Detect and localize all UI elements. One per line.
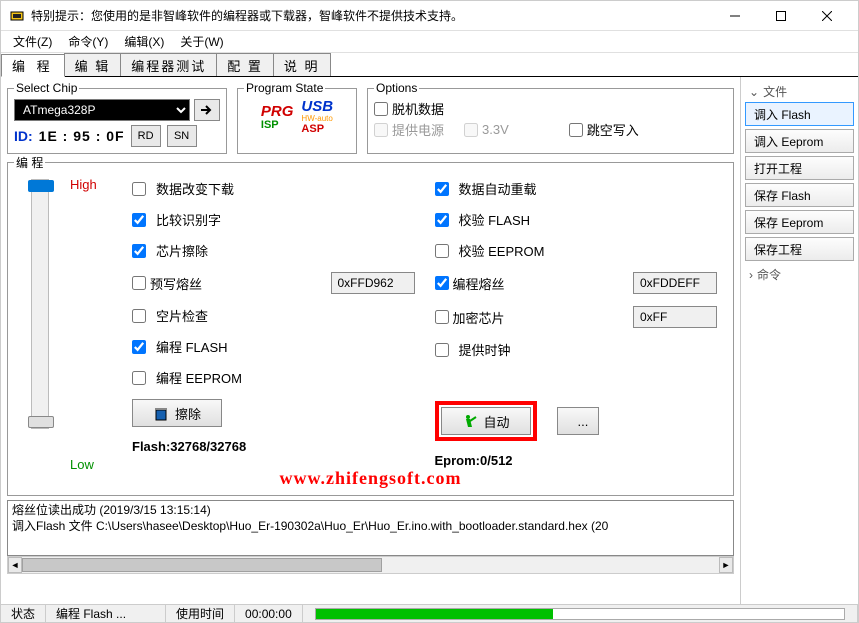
- status-time-label: 使用时间: [166, 605, 235, 622]
- cb-blank-check[interactable]: 空片检查: [132, 306, 415, 325]
- tab-programmer-test[interactable]: 编程器测试: [120, 53, 217, 76]
- prg-isp-indicator: PRG ISP: [261, 104, 294, 131]
- log-line-2: 调入Flash 文件 C:\Users\hasee\Desktop\Huo_Er…: [12, 519, 729, 535]
- legend-program-state: Program State: [244, 81, 325, 95]
- cb-verify-eeprom[interactable]: 校验 EEPROM: [435, 241, 718, 260]
- tab-programming[interactable]: 编 程: [1, 54, 65, 77]
- tabbar: 编 程 编 辑 编程器测试 配 置 说 明: [1, 53, 858, 77]
- statusbar: 状态 编程 Flash ... 使用时间 00:00:00: [1, 604, 858, 622]
- side-header-commands[interactable]: › 命令: [745, 264, 854, 285]
- side-btn-load-eeprom[interactable]: 调入 Eeprom: [745, 129, 854, 153]
- log-line-1: 熔丝位读出成功 (2019/3/15 13:15:14): [12, 503, 729, 519]
- window-title: 特别提示：您使用的是非智峰软件的编程器或下载器，智峰软件不提供技术支持。: [31, 7, 712, 24]
- cb-offline-data[interactable]: 脱机数据: [374, 99, 444, 118]
- minimize-button[interactable]: [712, 1, 758, 31]
- side-panel: ⌄ 文件 调入 Flash 调入 Eeprom 打开工程 保存 Flash 保存…: [740, 77, 858, 606]
- erase-button[interactable]: 擦除: [132, 399, 222, 427]
- status-time-value: 00:00:00: [235, 605, 303, 622]
- speed-slider-column: High Low: [14, 175, 66, 472]
- progress-bar: [315, 608, 845, 620]
- speed-slider[interactable]: [31, 179, 49, 429]
- chevron-right-icon: ›: [749, 268, 753, 282]
- side-btn-save-flash[interactable]: 保存 Flash: [745, 183, 854, 207]
- legend-options: Options: [374, 81, 419, 95]
- menu-about[interactable]: 关于(W): [172, 31, 231, 52]
- sn-button[interactable]: SN: [167, 125, 197, 147]
- pre-fuse-hex[interactable]: 0xFFD962: [331, 272, 415, 294]
- chip-id-label: ID:: [14, 128, 33, 144]
- cb-prog-eeprom[interactable]: 编程 EEPROM: [132, 368, 415, 387]
- status-state-label: 状态: [1, 605, 46, 622]
- slider-thumb-top[interactable]: [28, 180, 54, 192]
- prog-fuse-hex[interactable]: 0xFDDEFF: [633, 272, 717, 294]
- chip-id-value: 1E : 95 : 0F: [39, 128, 125, 144]
- menubar: 文件(Z) 命令(Y) 编辑(X) 关于(W): [1, 31, 858, 53]
- close-button[interactable]: [804, 1, 850, 31]
- titlebar: 特别提示：您使用的是非智峰软件的编程器或下载器，智峰软件不提供技术支持。: [1, 1, 858, 31]
- maximize-button[interactable]: [758, 1, 804, 31]
- status-action: 编程 Flash ...: [46, 605, 166, 622]
- cb-prog-fuse[interactable]: 编程熔丝: [435, 274, 505, 293]
- cb-skip-blank[interactable]: 跳空写入: [569, 120, 639, 139]
- scroll-thumb[interactable]: [22, 558, 382, 572]
- label-low: Low: [70, 457, 94, 472]
- fieldset-program-state: Program State PRG ISP USB HW-auto ASP: [237, 81, 357, 154]
- cb-prog-flash[interactable]: 编程 FLASH: [132, 337, 415, 356]
- side-btn-load-flash[interactable]: 调入 Flash: [745, 102, 854, 126]
- chip-go-button[interactable]: [194, 99, 220, 121]
- menu-file[interactable]: 文件(Z): [5, 31, 60, 52]
- chip-select[interactable]: ATmega328P: [14, 99, 190, 121]
- menu-edit[interactable]: 编辑(X): [116, 31, 172, 52]
- auto-button[interactable]: 自动: [441, 407, 531, 435]
- cb-verify-flash[interactable]: 校验 FLASH: [435, 210, 718, 229]
- fieldset-options: Options 脱机数据 提供电源 3.3V 跳空写入: [367, 81, 734, 154]
- cb-provide-power: 提供电源: [374, 120, 444, 139]
- cb-compare-id[interactable]: 比较识别字: [132, 210, 415, 229]
- cb-3v3: 3.3V: [464, 122, 509, 137]
- log-hscrollbar[interactable]: ◄ ►: [7, 556, 734, 574]
- cb-encrypt-chip[interactable]: 加密芯片: [435, 308, 505, 327]
- scroll-right-icon[interactable]: ►: [719, 557, 733, 573]
- tab-config[interactable]: 配 置: [216, 53, 274, 76]
- side-btn-save-eeprom[interactable]: 保存 Eeprom: [745, 210, 854, 234]
- flash-stat: Flash:32768/32768: [132, 439, 415, 454]
- eprom-stat: Eprom:0/512: [435, 453, 718, 468]
- fieldset-programming: 编 程 High Low 数据改变下载 比较识别字 芯片擦除: [7, 154, 734, 496]
- cb-data-change-download[interactable]: 数据改变下载: [132, 179, 415, 198]
- scroll-left-icon[interactable]: ◄: [8, 557, 22, 573]
- cb-auto-reload[interactable]: 数据自动重载: [435, 179, 718, 198]
- auto-button-highlight: 自动: [435, 401, 537, 441]
- cb-chip-erase[interactable]: 芯片擦除: [132, 241, 415, 260]
- fieldset-select-chip: Select Chip ATmega328P ID: 1E : 95 : 0F …: [7, 81, 227, 154]
- side-btn-save-project[interactable]: 保存工程: [745, 237, 854, 261]
- run-icon: [462, 413, 478, 429]
- log-panel[interactable]: 熔丝位读出成功 (2019/3/15 13:15:14) 调入Flash 文件 …: [7, 500, 734, 556]
- tab-help[interactable]: 说 明: [273, 53, 331, 76]
- label-high: High: [70, 177, 97, 192]
- trash-icon: [153, 405, 169, 421]
- tab-edit[interactable]: 编 辑: [64, 53, 122, 76]
- side-header-files[interactable]: ⌄ 文件: [745, 81, 854, 102]
- chevron-down-icon: ⌄: [749, 85, 759, 99]
- side-btn-open-project[interactable]: 打开工程: [745, 156, 854, 180]
- legend-select-chip: Select Chip: [14, 81, 79, 95]
- encrypt-hex[interactable]: 0xFF: [633, 306, 717, 328]
- menu-command[interactable]: 命令(Y): [60, 31, 116, 52]
- rd-button[interactable]: RD: [131, 125, 161, 147]
- legend-programming: 编 程: [14, 154, 45, 171]
- cb-provide-clock[interactable]: 提供时钟: [435, 340, 718, 359]
- more-button[interactable]: ...: [557, 407, 599, 435]
- progress-fill: [316, 609, 554, 619]
- arrow-right-icon: [200, 104, 214, 116]
- app-icon: [9, 8, 25, 24]
- cb-pre-fuse[interactable]: 预写熔丝: [132, 274, 202, 293]
- usb-asp-indicator: USB HW-auto ASP: [301, 99, 333, 135]
- slider-thumb-bottom[interactable]: [28, 416, 54, 428]
